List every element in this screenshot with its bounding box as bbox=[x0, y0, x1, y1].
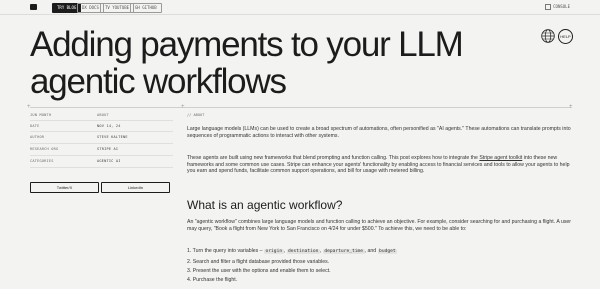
code-origin: origin bbox=[264, 249, 284, 254]
stripe-logo-icon[interactable] bbox=[30, 4, 37, 10]
help-button[interactable]: HELP bbox=[558, 29, 573, 44]
list-item-text: , and bbox=[364, 248, 378, 254]
toolkit-paragraph: These agents are built using new framewo… bbox=[187, 155, 572, 175]
meta-divider bbox=[30, 155, 173, 156]
tab-youtube[interactable]: TV YOUTUBE bbox=[100, 3, 135, 13]
section-label: // ABOUT bbox=[187, 113, 205, 117]
section-heading: What is an agentic workflow? bbox=[187, 198, 343, 212]
plus-marker-icon: + bbox=[569, 104, 573, 110]
agentic-workflow-paragraph: An "agentic workflow" combines large lan… bbox=[187, 219, 572, 232]
code-destination: destination bbox=[286, 249, 320, 254]
list-item: 2. Search and filter a flight database p… bbox=[187, 259, 330, 265]
meta-value-date: NOV 14, 24 bbox=[97, 124, 121, 128]
meta-value-research-org: STRIPE AI bbox=[97, 147, 119, 151]
meta-divider bbox=[30, 143, 173, 144]
meta-header-left: JUN MONTH bbox=[30, 113, 52, 117]
section-divider bbox=[30, 107, 572, 108]
paragraph-text: These agents are built using new framewo… bbox=[187, 155, 480, 161]
meta-label-categories: CATEGORIES bbox=[30, 159, 54, 163]
list-item: 4. Purchase the flight. bbox=[187, 277, 238, 283]
console-label: CONSOLE bbox=[553, 4, 570, 9]
list-item-text: 1. Turn the query into variables – bbox=[187, 248, 264, 254]
meta-label-date: DATE bbox=[30, 124, 40, 128]
share-twitter-button[interactable]: Twitter/X bbox=[30, 182, 99, 193]
share-linkedin-button[interactable]: LinkedIn bbox=[101, 182, 170, 193]
plus-marker-icon: + bbox=[27, 104, 31, 110]
console-icon bbox=[545, 4, 552, 10]
meta-divider bbox=[30, 120, 173, 121]
meta-header-right: ABOUT bbox=[97, 113, 109, 117]
meta-label-research-org: RESEARCH ORG bbox=[30, 147, 59, 151]
top-divider bbox=[0, 14, 600, 15]
meta-divider bbox=[30, 131, 173, 132]
plus-marker-icon: + bbox=[181, 104, 185, 110]
meta-label-author: AUTHOR bbox=[30, 135, 45, 139]
intro-paragraph: Large language models (LLMs) can be used… bbox=[187, 126, 571, 139]
code-budget: budget bbox=[377, 249, 398, 254]
code-departure-time: departure_time bbox=[322, 249, 365, 254]
tab-github[interactable]: GH GITHUB bbox=[130, 3, 162, 13]
globe-icon[interactable] bbox=[541, 29, 555, 43]
top-navigation-bar: TRY BLOG DX DOCS TV YOUTUBE GH GITHUB CO… bbox=[0, 0, 600, 14]
list-item: 1. Turn the query into variables – origi… bbox=[187, 248, 398, 254]
meta-value-categories: AGENTIC AI bbox=[97, 159, 121, 163]
console-link[interactable]: CONSOLE bbox=[545, 3, 570, 11]
meta-divider bbox=[30, 167, 173, 168]
meta-value-author: STEVE KALTENE bbox=[97, 135, 128, 139]
list-item: 3. Present the user with the options and… bbox=[187, 268, 331, 274]
stripe-agent-toolkit-link[interactable]: Stripe agent toolkit bbox=[479, 155, 522, 161]
page-title: Adding payments to your LLM agentic work… bbox=[30, 25, 464, 101]
